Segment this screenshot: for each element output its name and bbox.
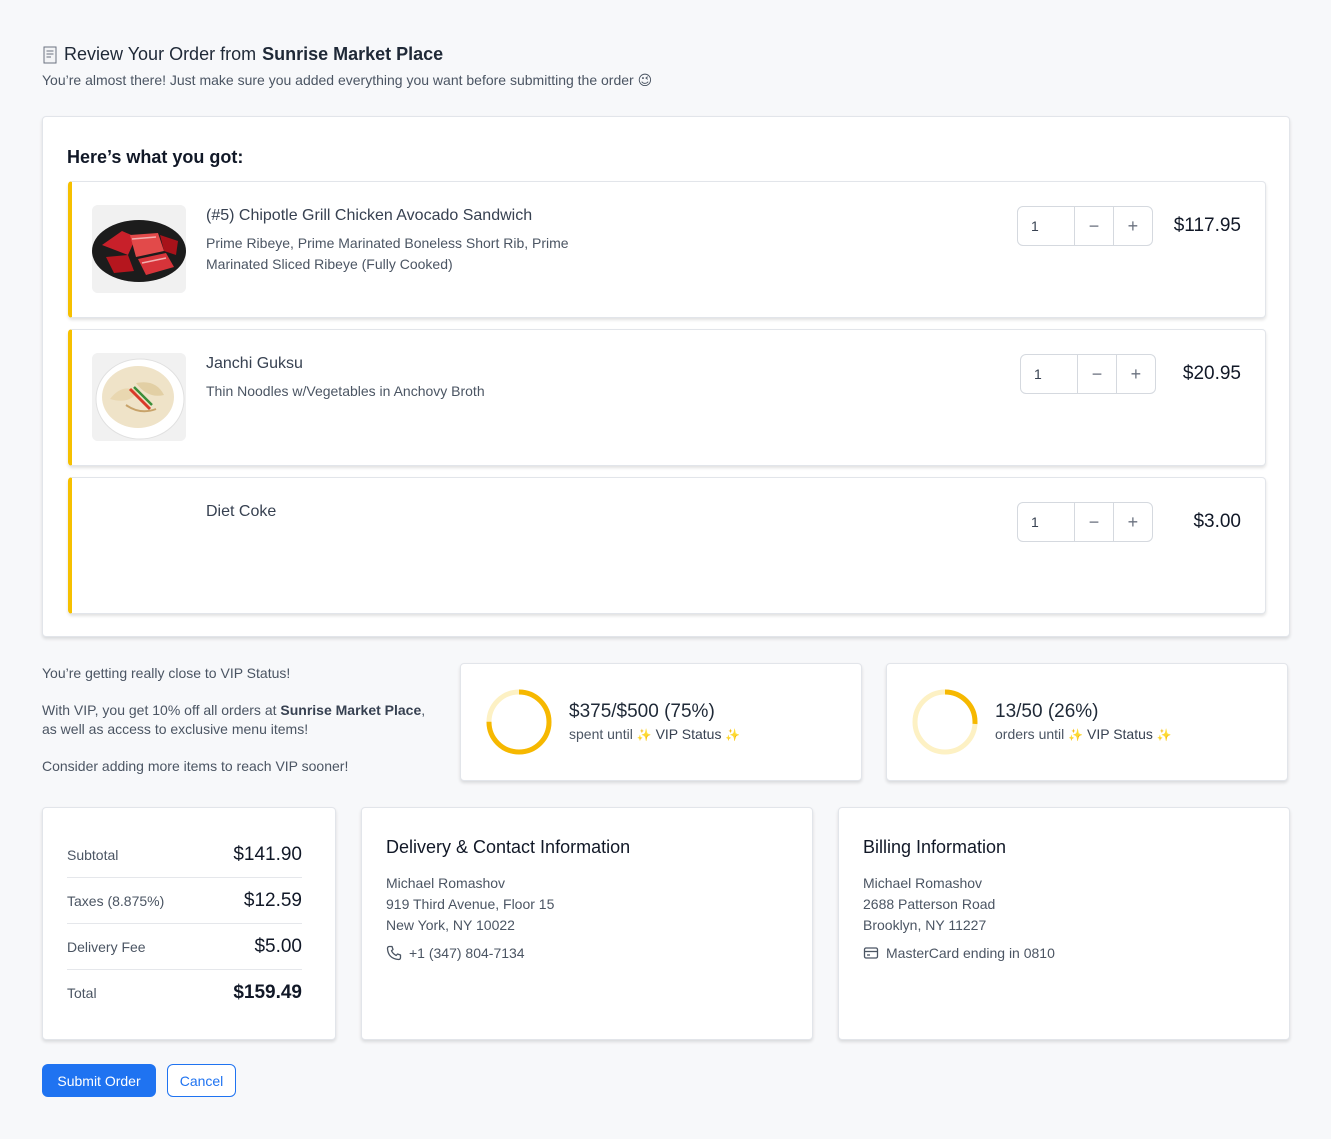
- delivery-fee-row: Delivery Fee $5.00: [67, 924, 302, 970]
- order-item: Janchi Guksu Thin Noodles w/Vegetables i…: [68, 329, 1266, 466]
- item-name: Diet Coke: [206, 503, 277, 520]
- quantity-stepper: 1 − +: [1020, 354, 1156, 394]
- item-price: $117.95: [1173, 215, 1241, 236]
- subtotal-label: Subtotal: [67, 846, 119, 863]
- quantity-stepper: 1 − +: [1017, 502, 1153, 542]
- phone-icon: [386, 945, 402, 961]
- item-price: $20.95: [1182, 363, 1241, 384]
- quantity-input[interactable]: 1: [1018, 207, 1076, 245]
- quantity-stepper: 1 − +: [1017, 206, 1153, 246]
- sparkle-icon: ✨: [1068, 728, 1084, 742]
- caption-text: orders until: [995, 726, 1065, 742]
- sparkle-icon: ✨: [636, 728, 652, 742]
- vip-line-1: You’re getting really close to VIP Statu…: [42, 665, 291, 681]
- delivery-name: Michael Romashov: [386, 875, 506, 891]
- item-description: Prime Ribeye, Prime Marinated Boneless S…: [206, 235, 569, 272]
- orders-progress-caption: orders until ✨ VIP Status ✨: [995, 726, 1172, 742]
- increase-quantity-button[interactable]: +: [1117, 355, 1155, 393]
- taxes-row: Taxes (8.875%) $12.59: [67, 878, 302, 924]
- vip-orders-card: 13/50 (26%) orders until ✨ VIP Status ✨: [886, 663, 1288, 781]
- order-totals-card: Subtotal $141.90 Taxes (8.875%) $12.59 D…: [42, 807, 336, 1040]
- quantity-input[interactable]: 1: [1021, 355, 1079, 393]
- receipt-icon: [43, 46, 57, 63]
- credit-card-icon: [863, 947, 879, 959]
- total-row: Total $159.49: [67, 970, 302, 1016]
- vip-status-label: VIP Status: [1087, 726, 1153, 742]
- delivery-info-card: Delivery & Contact Information Michael R…: [361, 807, 813, 1040]
- billing-name: Michael Romashov: [863, 875, 983, 891]
- item-name: (#5) Chipotle Grill Chicken Avocado Sand…: [206, 207, 533, 224]
- increase-quantity-button[interactable]: +: [1114, 207, 1152, 245]
- billing-address-line-2: Brooklyn, NY 11227: [863, 917, 987, 933]
- billing-card: MasterCard ending in 0810: [863, 945, 1055, 961]
- delivery-title: Delivery & Contact Information: [386, 837, 631, 857]
- billing-title: Billing Information: [863, 837, 1007, 857]
- decrease-quantity-button[interactable]: −: [1075, 503, 1114, 541]
- delivery-address-line-2: New York, NY 10022: [386, 917, 515, 933]
- item-image: [92, 205, 186, 293]
- subtotal-value: $141.90: [233, 843, 302, 865]
- spend-progress-ring: [486, 689, 552, 755]
- vip-restaurant: Sunrise Market Place: [280, 702, 422, 718]
- billing-address-line-1: 2688 Patterson Road: [863, 896, 996, 912]
- caption-text: spent until: [569, 726, 633, 742]
- item-image: [92, 353, 186, 441]
- subtotal-row: Subtotal $141.90: [67, 832, 302, 878]
- sparkle-icon: ✨: [1156, 728, 1172, 742]
- vip-status-label: VIP Status: [655, 726, 722, 742]
- taxes-value: $12.59: [243, 889, 302, 911]
- sparkle-icon: ✨: [725, 728, 741, 742]
- order-item: Diet Coke 1 − + $3.00: [68, 477, 1266, 614]
- total-label: Total: [67, 985, 97, 1001]
- taxes-label: Taxes (8.875%): [67, 892, 165, 909]
- delivery-address: Michael Romashov 919 Third Avenue, Floor…: [386, 873, 554, 936]
- delivery-fee-value: $5.00: [254, 935, 302, 957]
- orders-progress-ring: [912, 689, 978, 755]
- spend-progress-caption: spent until ✨ VIP Status ✨: [569, 726, 740, 742]
- order-item: (#5) Chipotle Grill Chicken Avocado Sand…: [68, 181, 1266, 318]
- decrease-quantity-button[interactable]: −: [1075, 207, 1114, 245]
- increase-quantity-button[interactable]: +: [1114, 503, 1152, 541]
- vip-info: You’re getting really close to VIP Statu…: [42, 664, 442, 794]
- item-description: Thin Noodles w/Vegetables in Anchovy Bro…: [206, 383, 485, 399]
- item-price: $3.00: [1193, 511, 1241, 532]
- decrease-quantity-button[interactable]: −: [1078, 355, 1117, 393]
- order-heading: Here’s what you got:: [67, 147, 244, 167]
- item-name: Janchi Guksu: [206, 355, 303, 372]
- card-description: MasterCard ending in 0810: [886, 945, 1055, 961]
- phone-number: +1 (347) 804-7134: [409, 945, 525, 961]
- order-items-card: Here’s what you got: (#5) Chipotle Grill…: [42, 116, 1290, 637]
- title-prefix: Review Your Order from: [64, 44, 257, 64]
- spend-progress-text: $375/$500 (75%): [569, 701, 715, 722]
- delivery-fee-label: Delivery Fee: [67, 938, 146, 955]
- restaurant-name: Sunrise Market Place: [262, 44, 444, 64]
- billing-address: Michael Romashov 2688 Patterson Road Bro…: [863, 873, 995, 936]
- billing-info-card: Billing Information Michael Romashov 268…: [838, 807, 1290, 1040]
- orders-progress-text: 13/50 (26%): [995, 701, 1099, 722]
- vip-spend-card: $375/$500 (75%) spent until ✨ VIP Status…: [460, 663, 862, 781]
- vip-line-3: Consider adding more items to reach VIP …: [42, 758, 349, 774]
- vip-line-2: With VIP, you get 10% off all orders at …: [42, 701, 442, 739]
- delivery-phone: +1 (347) 804-7134: [386, 945, 525, 961]
- delivery-address-line-1: 919 Third Avenue, Floor 15: [386, 896, 555, 912]
- quantity-input[interactable]: 1: [1018, 503, 1076, 541]
- total-value: $159.49: [233, 982, 302, 1003]
- page-subtitle: You’re almost there! Just make sure you …: [42, 72, 653, 88]
- cancel-button[interactable]: Cancel: [167, 1064, 236, 1097]
- page-title: Review Your Order from Sunrise Market Pl…: [42, 44, 652, 65]
- vip-line-2-start: With VIP, you get 10% off all orders at: [42, 702, 281, 718]
- page-header: Review Your Order from Sunrise Market Pl…: [42, 44, 652, 89]
- submit-order-button[interactable]: Submit Order: [42, 1064, 156, 1097]
